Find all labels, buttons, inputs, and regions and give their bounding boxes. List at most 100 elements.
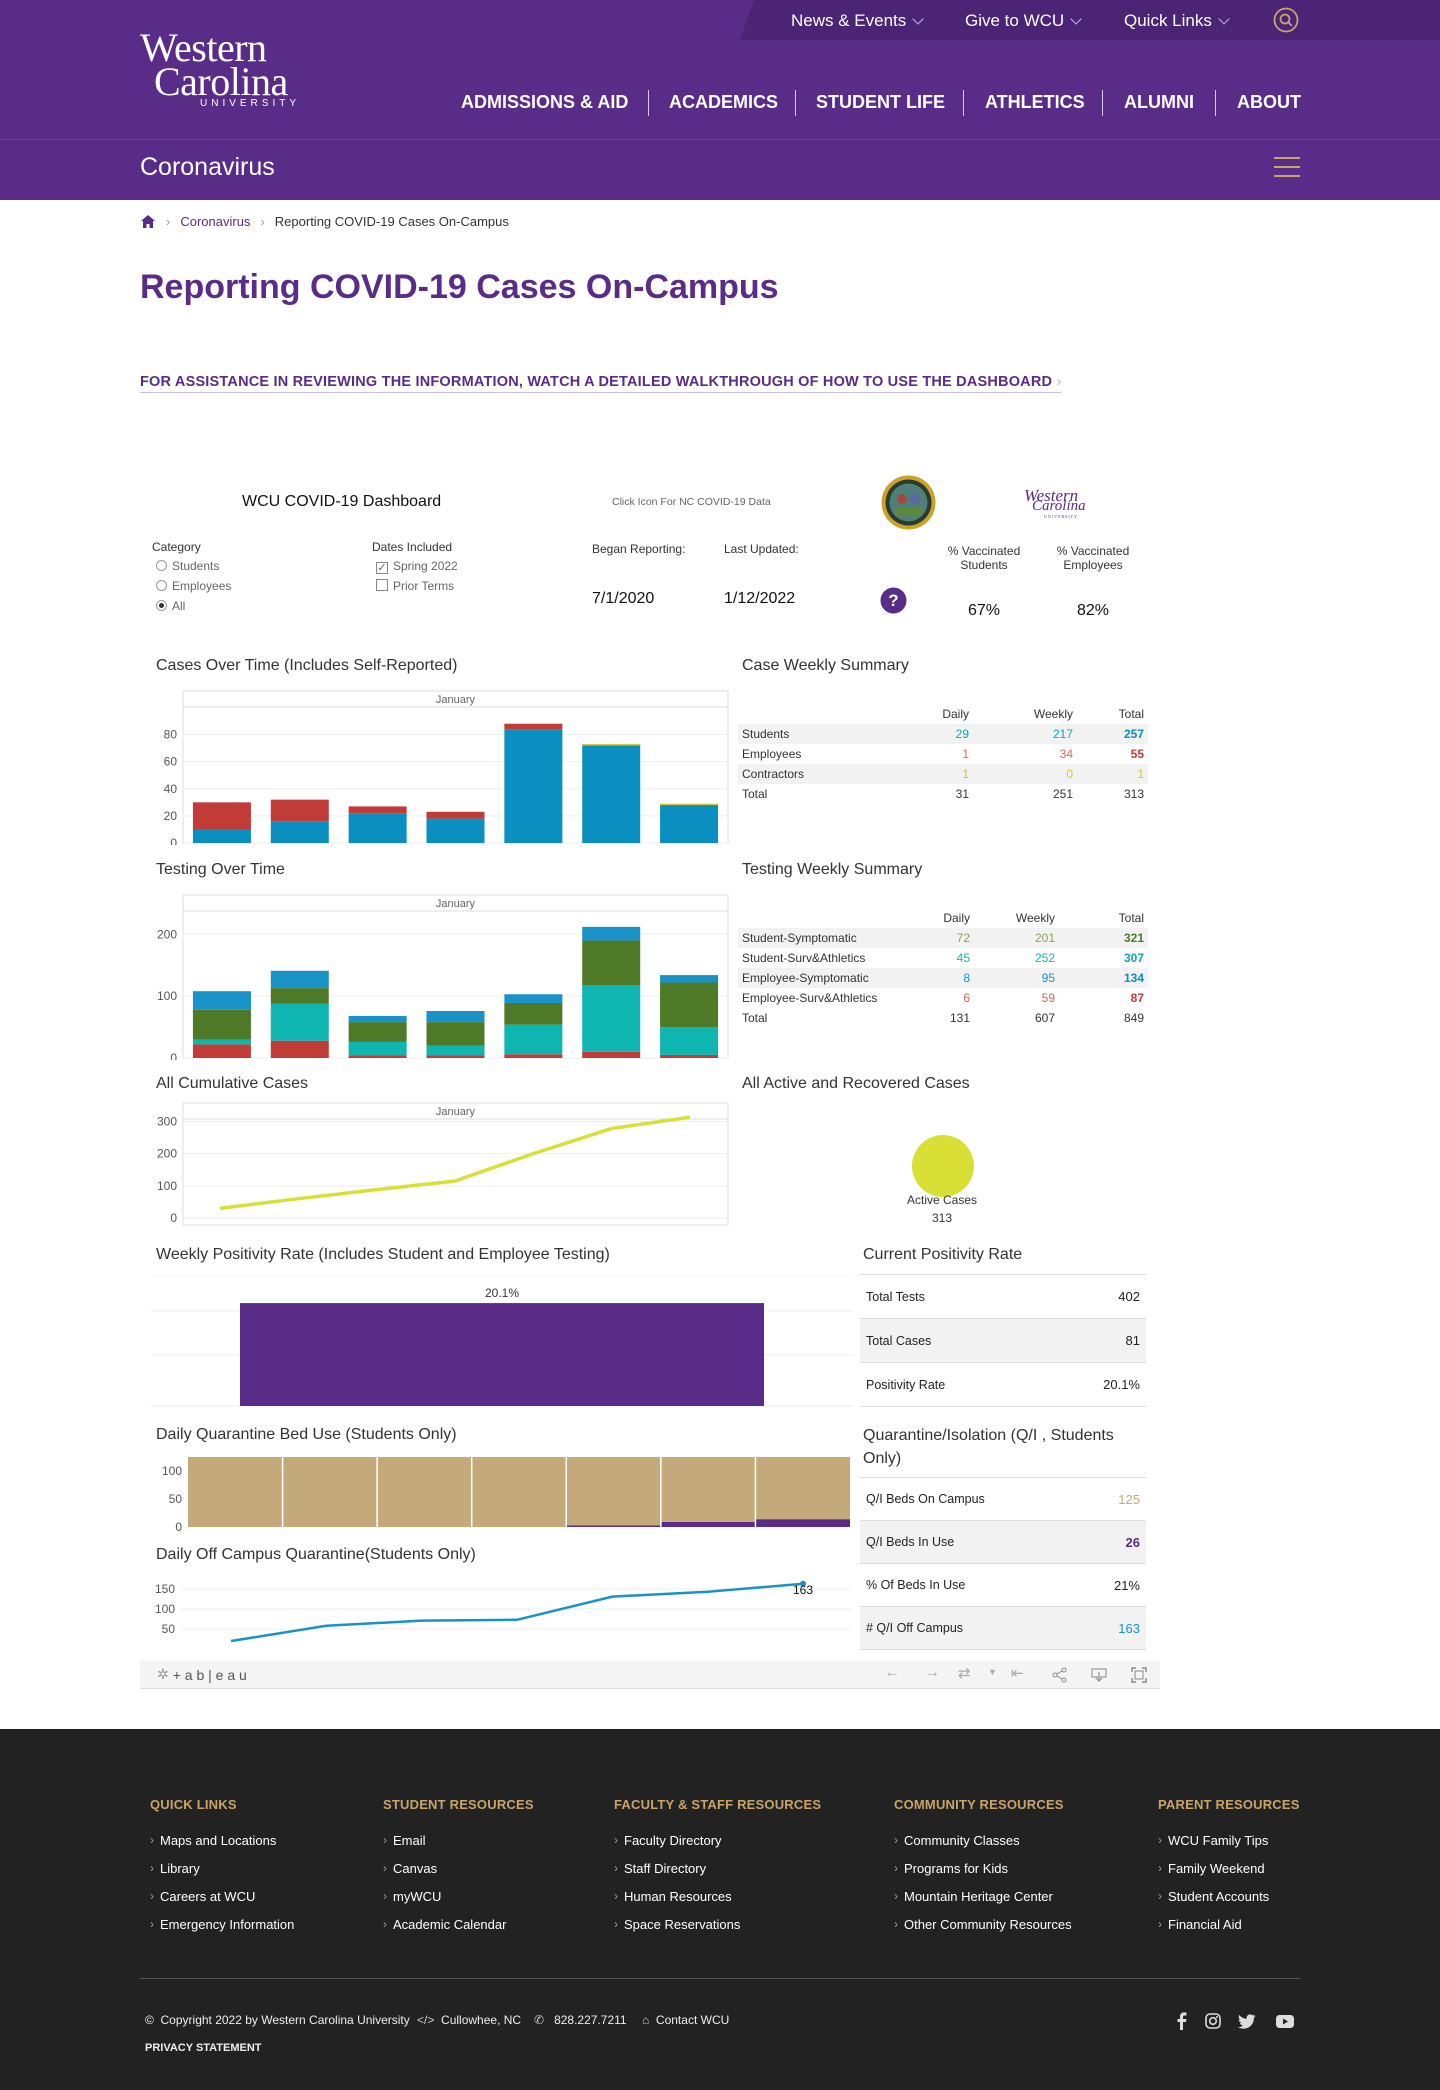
table-row[interactable]: Q/I Beds In Use 26	[860, 1521, 1146, 1564]
cases-over-time-chart[interactable]: January 0 20 40 60 80	[145, 690, 735, 845]
bar-segment	[377, 1457, 472, 1527]
phone-link[interactable]: ✆ 828.227.7211	[534, 2013, 627, 2027]
footer-link[interactable]: › Family Weekend	[1158, 1854, 1300, 1882]
quarantine-bed-chart[interactable]: 0 50 100	[145, 1455, 851, 1531]
table-row[interactable]: Total Tests 402	[860, 1275, 1146, 1319]
download-icon[interactable]	[1091, 1666, 1107, 1682]
undo-icon[interactable]: ←	[884, 1664, 900, 1682]
home-icon[interactable]	[140, 214, 156, 229]
bar-segment	[582, 745, 641, 843]
footer-link[interactable]: › Maps and Locations	[150, 1826, 294, 1854]
table-row[interactable]: Total 31 251 313	[738, 784, 1148, 804]
table-row[interactable]: Q/I Beds On Campus 125	[860, 1478, 1146, 1521]
nc-seal-icon[interactable]	[881, 475, 936, 530]
footer-link[interactable]: › Human Resources	[614, 1882, 821, 1910]
table-row[interactable]: % Of Beds In Use 21%	[860, 1564, 1146, 1607]
table-row[interactable]: Contractors 1 0 1	[738, 764, 1148, 784]
footer-link[interactable]: › Mountain Heritage Center	[894, 1882, 1072, 1910]
category-employees[interactable]: Employees	[156, 579, 231, 593]
footer-link-label: myWCU	[393, 1888, 442, 1904]
menu-icon[interactable]	[1274, 155, 1300, 179]
active-cases-bubble[interactable]	[910, 1133, 976, 1199]
footer-link[interactable]: › Student Accounts	[1158, 1882, 1300, 1910]
youtube-icon[interactable]	[1276, 2015, 1294, 2028]
chevron-right-icon: ›	[150, 1889, 154, 1903]
give-link[interactable]: Give to WCU	[965, 11, 1082, 31]
search-icon[interactable]	[1273, 7, 1299, 33]
footer-link[interactable]: › Community Classes	[894, 1826, 1072, 1854]
contact-link[interactable]: ⌂ Contact WCU	[642, 2013, 729, 2027]
category-all[interactable]: All	[156, 599, 185, 613]
fullscreen-icon[interactable]	[1131, 1667, 1147, 1683]
table-row[interactable]: Students 29 217 257	[738, 724, 1148, 744]
footer-link[interactable]: › Financial Aid	[1158, 1910, 1300, 1938]
nav-alumni[interactable]: ALUMNI	[1124, 92, 1194, 113]
revert-icon[interactable]: ⇄	[958, 1664, 971, 1682]
dropdown-icon[interactable]: ▼	[988, 1667, 997, 1677]
walkthrough-link[interactable]: FOR ASSISTANCE IN REVIEWING THE INFORMAT…	[140, 374, 1062, 393]
footer-link-label: Mountain Heritage Center	[904, 1888, 1053, 1904]
help-icon[interactable]: ?	[880, 587, 907, 614]
bar-segment	[660, 975, 719, 983]
testing-over-time-chart[interactable]: January 0 100 200	[145, 894, 735, 1060]
category-students[interactable]: Students	[156, 559, 219, 573]
section-title[interactable]: Coronavirus	[140, 153, 275, 182]
news-events-link[interactable]: News & Events	[791, 11, 924, 31]
bar-segment	[192, 1039, 251, 1045]
footer-link[interactable]: › Space Reservations	[614, 1910, 821, 1938]
footer-link[interactable]: › Staff Directory	[614, 1854, 821, 1882]
nav-student-life[interactable]: STUDENT LIFE	[816, 92, 945, 113]
bar-segment	[426, 1055, 485, 1058]
quick-links-link[interactable]: Quick Links	[1124, 11, 1230, 31]
row-label: # Q/I Off Campus	[866, 1621, 964, 1635]
category-all-label: All	[172, 599, 186, 613]
footer-link[interactable]: › Email	[383, 1826, 534, 1854]
tableau-logo[interactable]: ✲ + a b | e a u	[157, 1666, 247, 1683]
month-label: January	[436, 898, 476, 910]
cumulative-chart[interactable]: January 0 100 200 300	[145, 1102, 735, 1228]
breadcrumb-coronavirus[interactable]: Coronavirus	[180, 214, 250, 229]
twitter-icon[interactable]	[1238, 2014, 1256, 2029]
footer-link[interactable]: › Other Community Resources	[894, 1910, 1072, 1938]
footer-link[interactable]: › Academic Calendar	[383, 1910, 534, 1938]
nav-athletics[interactable]: ATHLETICS	[985, 92, 1085, 113]
footer-link[interactable]: › Faculty Directory	[614, 1826, 821, 1854]
footer-link[interactable]: › WCU Family Tips	[1158, 1826, 1300, 1854]
redo-icon[interactable]: →	[924, 1664, 940, 1682]
off-campus-chart[interactable]: 50 100 150 163	[145, 1573, 851, 1653]
footer-link[interactable]: › myWCU	[383, 1882, 534, 1910]
footer-link[interactable]: › Careers at WCU	[150, 1882, 294, 1910]
footer-link[interactable]: › Library	[150, 1854, 294, 1882]
privacy-link[interactable]: PRIVACY STATEMENT	[145, 2042, 262, 2054]
table-row[interactable]: Total 131 607 849	[738, 1008, 1148, 1028]
radio-icon	[156, 560, 167, 571]
end-label: 163	[793, 1583, 813, 1597]
table-row[interactable]: Total Cases 81	[860, 1319, 1146, 1363]
nav-academics[interactable]: ACADEMICS	[669, 92, 778, 113]
dates-prior-terms[interactable]: Prior Terms	[376, 579, 454, 593]
table-row[interactable]: Positivity Rate 20.1%	[860, 1363, 1146, 1407]
table-row[interactable]: Student-Symptomatic 72 201 321	[738, 928, 1148, 948]
table-row[interactable]: Employee-Surv&Athletics 6 59 87	[738, 988, 1148, 1008]
footer-link[interactable]: › Programs for Kids	[894, 1854, 1072, 1882]
wcu-logo[interactable]: Western Carolina UNIVERSITY	[140, 25, 340, 112]
table-row[interactable]: # Q/I Off Campus 163	[860, 1607, 1146, 1650]
footer-link-label: Family Weekend	[1168, 1860, 1265, 1876]
row-label: % Of Beds In Use	[866, 1578, 966, 1592]
breadcrumb-separator: ›	[166, 214, 171, 229]
nav-admissions[interactable]: ADMISSIONS & AID	[461, 92, 628, 113]
share-icon[interactable]	[1052, 1667, 1068, 1683]
footer-link[interactable]: › Canvas	[383, 1854, 534, 1882]
reset-icon[interactable]: ⇤	[1011, 1664, 1024, 1682]
weekly-positivity-chart[interactable]: 20.1%	[151, 1276, 853, 1408]
cell: 131	[949, 1011, 970, 1025]
dates-spring-2022[interactable]: ✓ Spring 2022	[376, 559, 458, 574]
cell: 1	[962, 747, 969, 761]
table-row[interactable]: Employee-Symptomatic 8 95 134	[738, 968, 1148, 988]
table-row[interactable]: Employees 1 34 55	[738, 744, 1148, 764]
instagram-icon[interactable]	[1205, 2013, 1221, 2029]
facebook-icon[interactable]	[1174, 2012, 1188, 2030]
nav-about[interactable]: ABOUT	[1237, 92, 1301, 113]
footer-link[interactable]: › Emergency Information	[150, 1910, 294, 1938]
table-row[interactable]: Student-Surv&Athletics 45 252 307	[738, 948, 1148, 968]
